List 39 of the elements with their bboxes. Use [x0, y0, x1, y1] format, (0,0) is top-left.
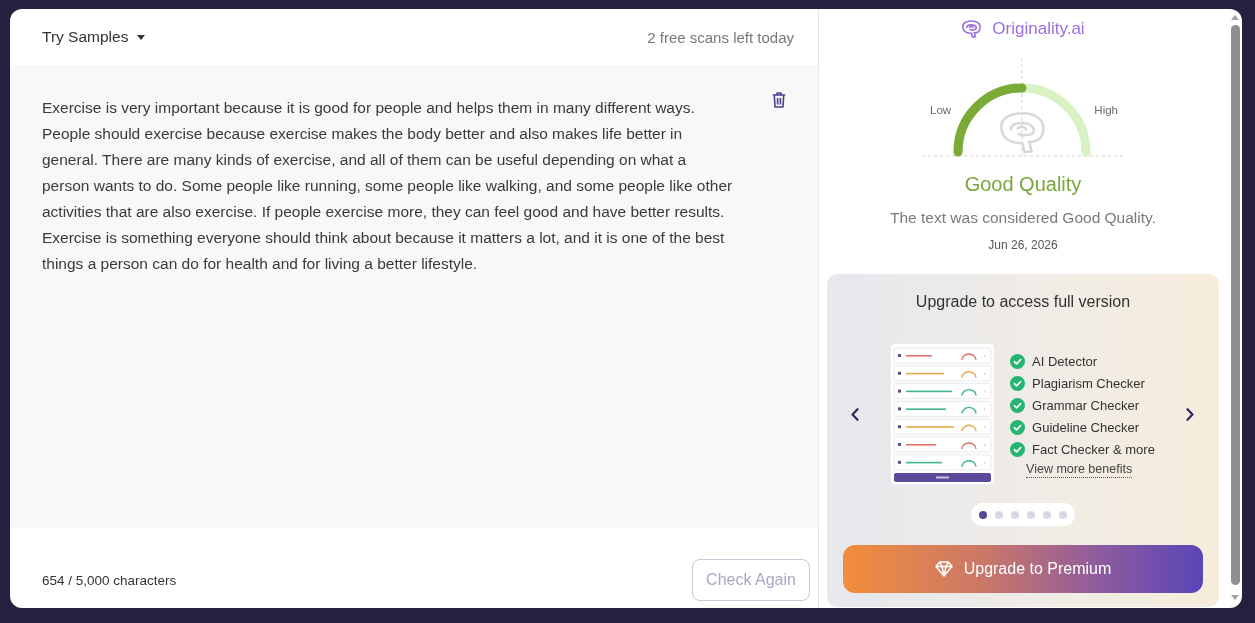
carousel-dot[interactable]: [1027, 510, 1035, 519]
chevron-right-icon[interactable]: [1186, 407, 1194, 421]
samples-dropdown[interactable]: Try Samples: [42, 28, 146, 46]
carousel-dot[interactable]: [1011, 510, 1019, 519]
check-circle-icon: [1010, 353, 1026, 369]
quality-verdict: Good Quality: [964, 172, 1082, 196]
diamond-icon: [934, 561, 953, 577]
feature-label: AI Detector: [1032, 353, 1098, 369]
carousel-dot[interactable]: [979, 510, 987, 519]
feature-label: Fact Checker & more: [1032, 441, 1155, 457]
feature-label: Grammar Checker: [1032, 397, 1139, 413]
scan-date: Jun 26, 2026: [988, 237, 1058, 253]
feature-label: Plagiarism Checker: [1032, 375, 1145, 391]
check-circle-icon: [1010, 375, 1026, 391]
feature-label: Guideline Checker: [1032, 419, 1140, 435]
brand-name: Originality.ai: [992, 19, 1085, 39]
character-count: 654 / 5,000 characters: [42, 572, 177, 588]
check-circle-icon: [1010, 397, 1026, 413]
high-label: High: [1094, 104, 1118, 116]
result-summary: The text was considered Good Quality.: [890, 208, 1156, 228]
scans-left-text: 2 free scans left today: [647, 28, 794, 46]
essay-text: Exercise is very important because it is good for people and helps them in many different ways. People should exercise because exercise makes the body better and also makes life better in general. There are many kinds of exercise, and all of them can be useful depending on what a person wants to do. Some people like running, some people like walking, and some people like other activities that are also exercise. If people exercise more, they can feel good and have better results. Exercise is something everyone should think about because it matters a lot, and it is one of the best things a person can do for health and for living a better lifestyle.: [42, 98, 734, 274]
view-more-benefits-link[interactable]: View more benefits: [1026, 462, 1133, 478]
carousel-dot[interactable]: [1059, 510, 1067, 519]
trash-icon[interactable]: [772, 92, 786, 108]
carousel-dot[interactable]: [995, 510, 1003, 519]
scrollbar-thumb[interactable]: [1230, 25, 1240, 585]
upgrade-premium-button[interactable]: Upgrade to Premium: [843, 545, 1203, 593]
text-input-field[interactable]: [10, 65, 818, 528]
scroll-up-icon[interactable]: [1231, 15, 1239, 20]
low-label: Low: [930, 104, 952, 116]
carousel-dot[interactable]: [1043, 510, 1051, 519]
scroll-down-icon[interactable]: [1231, 595, 1239, 600]
chevron-left-icon[interactable]: [851, 407, 859, 421]
check-circle-icon: [1010, 419, 1026, 435]
check-circle-icon: [1010, 441, 1026, 457]
caret-icon: [137, 34, 146, 40]
upgrade-title: Upgrade to access full version: [914, 292, 1132, 312]
brain-icon: [961, 20, 983, 38]
